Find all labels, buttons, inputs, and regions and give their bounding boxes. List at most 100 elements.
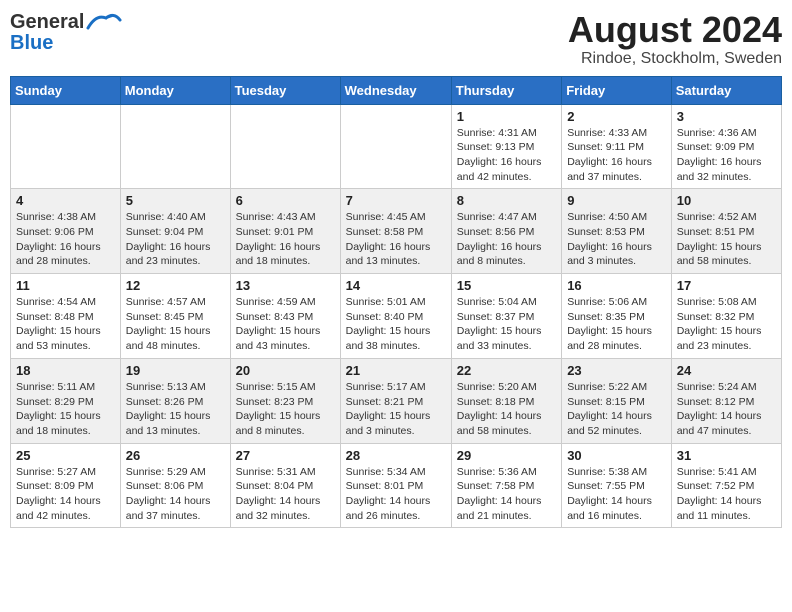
- calendar-week-row: 18 Sunrise: 5:11 AM Sunset: 8:29 PM Dayli…: [11, 358, 782, 443]
- day-info: Sunrise: 5:11 AM Sunset: 8:29 PM Dayligh…: [16, 380, 115, 439]
- day-info: Sunrise: 4:47 AM Sunset: 8:56 PM Dayligh…: [457, 210, 556, 269]
- calendar-header-saturday: Saturday: [671, 76, 781, 104]
- calendar-header-monday: Monday: [120, 76, 230, 104]
- day-info: Sunrise: 4:52 AM Sunset: 8:51 PM Dayligh…: [677, 210, 776, 269]
- logo: General Blue: [10, 10, 122, 55]
- day-number: 31: [677, 448, 776, 463]
- day-info: Sunrise: 5:41 AM Sunset: 7:52 PM Dayligh…: [677, 465, 776, 524]
- day-number: 19: [126, 363, 225, 378]
- day-number: 13: [236, 278, 335, 293]
- calendar-cell: 17 Sunrise: 5:08 AM Sunset: 8:32 PM Dayli…: [671, 274, 781, 359]
- day-info: Sunrise: 5:24 AM Sunset: 8:12 PM Dayligh…: [677, 380, 776, 439]
- day-number: 12: [126, 278, 225, 293]
- day-info: Sunrise: 5:20 AM Sunset: 8:18 PM Dayligh…: [457, 380, 556, 439]
- title-area: August 2024 Rindoe, Stockholm, Sweden: [568, 10, 782, 68]
- day-info: Sunrise: 5:22 AM Sunset: 8:15 PM Dayligh…: [567, 380, 666, 439]
- calendar-cell: [120, 104, 230, 189]
- calendar-cell: [11, 104, 121, 189]
- logo-bird-icon: [86, 10, 122, 34]
- day-info: Sunrise: 4:54 AM Sunset: 8:48 PM Dayligh…: [16, 295, 115, 354]
- day-number: 10: [677, 193, 776, 208]
- day-number: 17: [677, 278, 776, 293]
- calendar-cell: 6 Sunrise: 4:43 AM Sunset: 9:01 PM Daylig…: [230, 189, 340, 274]
- day-info: Sunrise: 4:45 AM Sunset: 8:58 PM Dayligh…: [346, 210, 446, 269]
- day-number: 6: [236, 193, 335, 208]
- day-info: Sunrise: 5:34 AM Sunset: 8:01 PM Dayligh…: [346, 465, 446, 524]
- day-info: Sunrise: 4:40 AM Sunset: 9:04 PM Dayligh…: [126, 210, 225, 269]
- calendar-cell: 19 Sunrise: 5:13 AM Sunset: 8:26 PM Dayli…: [120, 358, 230, 443]
- calendar-cell: 14 Sunrise: 5:01 AM Sunset: 8:40 PM Dayli…: [340, 274, 451, 359]
- day-number: 30: [567, 448, 666, 463]
- calendar-header-friday: Friday: [562, 76, 672, 104]
- day-number: 16: [567, 278, 666, 293]
- calendar-cell: 18 Sunrise: 5:11 AM Sunset: 8:29 PM Dayli…: [11, 358, 121, 443]
- day-number: 8: [457, 193, 556, 208]
- calendar-cell: 20Sunrise: 5:15 AM Sunset: 8:23 PM Dayli…: [230, 358, 340, 443]
- calendar-week-row: 1 Sunrise: 4:31 AM Sunset: 9:13 PM Daylig…: [11, 104, 782, 189]
- calendar-cell: 8 Sunrise: 4:47 AM Sunset: 8:56 PM Daylig…: [451, 189, 561, 274]
- calendar-header-sunday: Sunday: [11, 76, 121, 104]
- day-info: Sunrise: 5:08 AM Sunset: 8:32 PM Dayligh…: [677, 295, 776, 354]
- calendar-header-row: SundayMondayTuesdayWednesdayThursdayFrid…: [11, 76, 782, 104]
- calendar-cell: 16 Sunrise: 5:06 AM Sunset: 8:35 PM Dayli…: [562, 274, 672, 359]
- day-number: 9: [567, 193, 666, 208]
- day-info: Sunrise: 4:59 AM Sunset: 8:43 PM Dayligh…: [236, 295, 335, 354]
- calendar-cell: 22 Sunrise: 5:20 AM Sunset: 8:18 PM Dayli…: [451, 358, 561, 443]
- calendar-cell: 30 Sunrise: 5:38 AM Sunset: 7:55 PM Dayli…: [562, 443, 672, 528]
- calendar-cell: 24 Sunrise: 5:24 AM Sunset: 8:12 PM Dayli…: [671, 358, 781, 443]
- calendar-cell: 25Sunrise: 5:27 AM Sunset: 8:09 PM Dayli…: [11, 443, 121, 528]
- calendar-header-thursday: Thursday: [451, 76, 561, 104]
- day-info: Sunrise: 5:36 AM Sunset: 7:58 PM Dayligh…: [457, 465, 556, 524]
- calendar-week-row: 4Sunrise: 4:38 AM Sunset: 9:06 PM Daylig…: [11, 189, 782, 274]
- calendar-header-tuesday: Tuesday: [230, 76, 340, 104]
- main-title: August 2024: [568, 10, 782, 50]
- day-info: Sunrise: 4:57 AM Sunset: 8:45 PM Dayligh…: [126, 295, 225, 354]
- calendar-cell: 29Sunrise: 5:36 AM Sunset: 7:58 PM Dayli…: [451, 443, 561, 528]
- subtitle: Rindoe, Stockholm, Sweden: [568, 50, 782, 68]
- day-info: Sunrise: 5:13 AM Sunset: 8:26 PM Dayligh…: [126, 380, 225, 439]
- calendar-cell: 9 Sunrise: 4:50 AM Sunset: 8:53 PM Daylig…: [562, 189, 672, 274]
- day-number: 22: [457, 363, 556, 378]
- calendar-header-wednesday: Wednesday: [340, 76, 451, 104]
- day-info: Sunrise: 5:38 AM Sunset: 7:55 PM Dayligh…: [567, 465, 666, 524]
- day-number: 15: [457, 278, 556, 293]
- day-info: Sunrise: 4:43 AM Sunset: 9:01 PM Dayligh…: [236, 210, 335, 269]
- calendar-cell: 28 Sunrise: 5:34 AM Sunset: 8:01 PM Dayli…: [340, 443, 451, 528]
- day-number: 28: [346, 448, 446, 463]
- day-number: 23: [567, 363, 666, 378]
- calendar-cell: 21Sunrise: 5:17 AM Sunset: 8:21 PM Dayli…: [340, 358, 451, 443]
- calendar-cell: 3 Sunrise: 4:36 AM Sunset: 9:09 PM Daylig…: [671, 104, 781, 189]
- day-number: 21: [346, 363, 446, 378]
- day-info: Sunrise: 4:31 AM Sunset: 9:13 PM Dayligh…: [457, 126, 556, 185]
- day-number: 7: [346, 193, 446, 208]
- calendar-cell: 1 Sunrise: 4:31 AM Sunset: 9:13 PM Daylig…: [451, 104, 561, 189]
- day-info: Sunrise: 5:06 AM Sunset: 8:35 PM Dayligh…: [567, 295, 666, 354]
- day-info: Sunrise: 5:31 AM Sunset: 8:04 PM Dayligh…: [236, 465, 335, 524]
- calendar-cell: 31 Sunrise: 5:41 AM Sunset: 7:52 PM Dayli…: [671, 443, 781, 528]
- calendar-table: SundayMondayTuesdayWednesdayThursdayFrid…: [10, 76, 782, 529]
- day-number: 3: [677, 109, 776, 124]
- day-info: Sunrise: 4:36 AM Sunset: 9:09 PM Dayligh…: [677, 126, 776, 185]
- logo-text-blue: Blue: [10, 32, 53, 55]
- calendar-cell: 4Sunrise: 4:38 AM Sunset: 9:06 PM Daylig…: [11, 189, 121, 274]
- day-info: Sunrise: 4:50 AM Sunset: 8:53 PM Dayligh…: [567, 210, 666, 269]
- calendar-cell: [340, 104, 451, 189]
- day-info: Sunrise: 4:33 AM Sunset: 9:11 PM Dayligh…: [567, 126, 666, 185]
- calendar-cell: 5 Sunrise: 4:40 AM Sunset: 9:04 PM Daylig…: [120, 189, 230, 274]
- calendar-week-row: 11Sunrise: 4:54 AM Sunset: 8:48 PM Dayli…: [11, 274, 782, 359]
- day-info: Sunrise: 5:29 AM Sunset: 8:06 PM Dayligh…: [126, 465, 225, 524]
- header: General Blue August 2024 Rindoe, Stockho…: [10, 10, 782, 68]
- calendar-cell: 27 Sunrise: 5:31 AM Sunset: 8:04 PM Dayli…: [230, 443, 340, 528]
- day-number: 24: [677, 363, 776, 378]
- day-info: Sunrise: 5:01 AM Sunset: 8:40 PM Dayligh…: [346, 295, 446, 354]
- calendar-cell: 7 Sunrise: 4:45 AM Sunset: 8:58 PM Daylig…: [340, 189, 451, 274]
- day-info: Sunrise: 5:27 AM Sunset: 8:09 PM Dayligh…: [16, 465, 115, 524]
- day-number: 18: [16, 363, 115, 378]
- day-number: 14: [346, 278, 446, 293]
- day-number: 20: [236, 363, 335, 378]
- day-number: 5: [126, 193, 225, 208]
- logo-text-general: General: [10, 11, 84, 34]
- calendar-cell: 10 Sunrise: 4:52 AM Sunset: 8:51 PM Dayli…: [671, 189, 781, 274]
- day-number: 1: [457, 109, 556, 124]
- day-number: 27: [236, 448, 335, 463]
